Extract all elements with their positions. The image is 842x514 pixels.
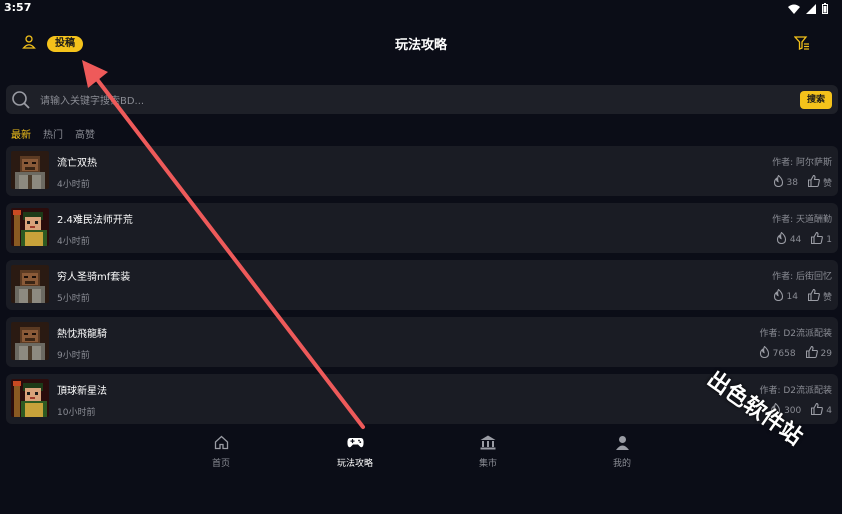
status-icons xyxy=(788,3,828,14)
post-card[interactable]: 穷人圣骑mf套装 5小时前 作者: 后街回忆 14 赞 xyxy=(6,260,838,310)
nav-home-label: 首页 xyxy=(211,459,230,469)
post-card[interactable]: 2.4难民法师开荒 4小时前 作者: 天道酬勤 44 1 xyxy=(6,203,838,253)
post-card[interactable]: 熱忱飛龍騎 9小时前 作者: D2流派配装 7658 29 xyxy=(6,317,838,367)
bank-icon xyxy=(480,435,496,450)
post-author: 作者: D2流派配装 xyxy=(759,386,832,396)
search-input[interactable] xyxy=(38,91,762,111)
page-title: 玩法攻略 xyxy=(394,38,447,53)
heat-count: 38 xyxy=(786,177,798,188)
status-bar: 3:57 xyxy=(0,0,842,18)
thumbs-up-icon[interactable] xyxy=(807,288,820,304)
post-stats: 44 1 xyxy=(776,231,832,247)
post-stats: 14 赞 xyxy=(773,288,832,304)
post-time: 4小时前 xyxy=(57,237,90,247)
home-icon xyxy=(214,435,228,450)
thumbs-up-icon[interactable] xyxy=(811,231,824,247)
post-title: 2.4难民法师开荒 xyxy=(57,215,133,226)
flame-icon xyxy=(773,288,784,304)
like-count: 29 xyxy=(820,348,832,359)
nav-market-label: 集市 xyxy=(478,459,497,469)
post-title: 流亡双热 xyxy=(57,158,97,169)
post-author: 作者: D2流派配装 xyxy=(759,329,832,339)
like-count: 赞 xyxy=(822,293,832,303)
nav-me[interactable]: 我的 xyxy=(582,435,662,469)
post-time: 10小时前 xyxy=(57,408,96,418)
battery-icon xyxy=(822,3,828,14)
flame-icon xyxy=(773,174,784,190)
nav-home[interactable]: 首页 xyxy=(181,435,261,469)
filter-icon[interactable] xyxy=(794,35,810,51)
flame-icon xyxy=(776,231,787,247)
search-button[interactable]: 搜索 xyxy=(799,91,832,109)
thumbs-up-icon[interactable] xyxy=(805,345,818,361)
thumbs-up-icon[interactable] xyxy=(807,174,820,190)
heat-count: 44 xyxy=(789,234,802,245)
search-icon xyxy=(12,91,30,109)
thumbs-up-icon[interactable] xyxy=(811,402,824,418)
nav-me-label: 我的 xyxy=(612,459,631,469)
header: 投稿 玩法攻略 xyxy=(0,28,842,60)
like-count: 1 xyxy=(826,234,832,245)
status-time: 3:57 xyxy=(4,1,32,14)
like-count: 4 xyxy=(826,405,832,416)
gamepad-icon xyxy=(346,438,364,448)
nav-market[interactable]: 集市 xyxy=(448,435,528,469)
post-time: 9小时前 xyxy=(57,351,90,361)
post-author: 作者: 阿尔萨斯 xyxy=(772,158,832,168)
search-bar: 搜索 xyxy=(6,85,838,114)
sort-tabs: 最新 热门 高赞 xyxy=(11,126,95,141)
tab-latest[interactable]: 最新 xyxy=(11,126,31,141)
post-time: 4小时前 xyxy=(57,180,90,190)
tab-top-liked[interactable]: 高赞 xyxy=(75,126,95,141)
avatar xyxy=(11,151,49,189)
heat-count: 14 xyxy=(786,291,798,302)
person-icon xyxy=(615,436,629,450)
wifi-icon xyxy=(788,4,800,14)
avatar xyxy=(11,208,49,246)
avatar xyxy=(11,265,49,303)
like-count: 赞 xyxy=(822,179,832,189)
post-author: 作者: 后街回忆 xyxy=(772,272,832,282)
tab-hot[interactable]: 热门 xyxy=(43,126,63,141)
post-stats: 7658 29 xyxy=(759,345,832,361)
nav-guides-label: 玩法攻略 xyxy=(336,459,373,469)
post-card[interactable]: 流亡双热 4小时前 作者: 阿尔萨斯 38 赞 xyxy=(6,146,838,196)
post-stats: 38 赞 xyxy=(773,174,832,190)
flame-icon xyxy=(759,345,770,361)
avatar xyxy=(11,322,49,360)
signal-icon xyxy=(806,3,816,14)
post-time: 5小时前 xyxy=(57,294,90,304)
avatar xyxy=(11,379,49,417)
heat-count: 7658 xyxy=(772,348,796,359)
post-author: 作者: 天道酬勤 xyxy=(772,215,832,225)
post-title: 頂球新星法 xyxy=(57,386,107,397)
post-title: 熱忱飛龍騎 xyxy=(57,329,107,340)
post-title: 穷人圣骑mf套装 xyxy=(57,272,131,283)
nav-guides[interactable]: 玩法攻略 xyxy=(315,435,395,469)
